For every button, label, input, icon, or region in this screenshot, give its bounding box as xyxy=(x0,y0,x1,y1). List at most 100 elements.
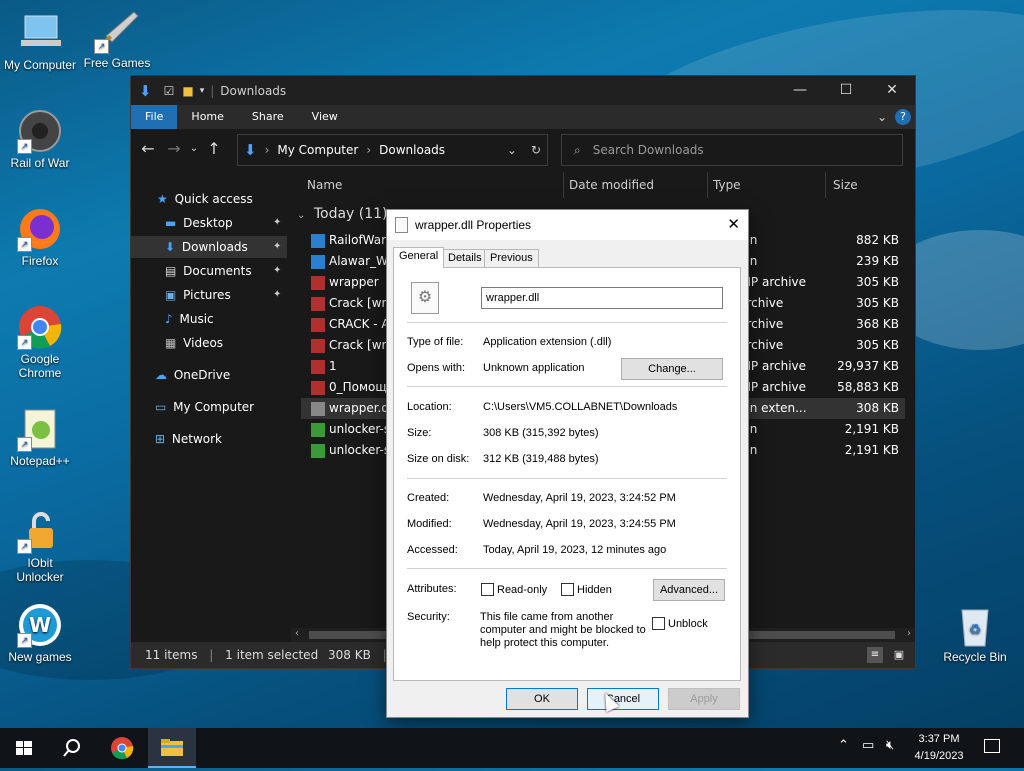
tab-share[interactable]: Share xyxy=(238,105,298,129)
search-input[interactable]: ⌕ Search Downloads xyxy=(561,134,903,166)
cloud-icon: ☁ xyxy=(155,368,167,382)
column-header-date[interactable]: Date modified xyxy=(569,178,654,192)
notification-icon[interactable] xyxy=(984,739,1000,753)
large-icons-view-icon[interactable]: ▣ xyxy=(891,647,907,663)
close-button[interactable]: ✕ xyxy=(869,76,915,105)
location-label: Location: xyxy=(407,401,452,413)
file-type-icon xyxy=(311,276,325,290)
ok-button[interactable]: OK xyxy=(506,688,578,710)
nav-onedrive[interactable]: ☁ OneDrive xyxy=(131,364,287,386)
clock-time: 3:37 PM xyxy=(918,733,960,745)
taskbar-clock[interactable]: 3:37 PM 4/19/2023 xyxy=(908,731,970,765)
recent-locations-icon[interactable]: ⌄ xyxy=(187,143,201,154)
nav-my-computer[interactable]: ▭ My Computer xyxy=(131,396,287,418)
taskbar-file-explorer[interactable] xyxy=(148,728,196,768)
help-icon[interactable]: ? xyxy=(895,109,911,125)
show-hidden-icons-icon[interactable]: ⌃ xyxy=(838,738,849,753)
column-header-name[interactable]: Name xyxy=(307,178,342,192)
file-type-icon xyxy=(311,402,325,416)
up-arrow-icon[interactable]: ↑ xyxy=(201,139,227,158)
desktop-icon-label: New games xyxy=(8,650,72,664)
properties-icon[interactable]: ☑ xyxy=(164,84,175,98)
back-arrow-icon[interactable]: ← xyxy=(135,139,161,158)
dialog-titlebar[interactable]: wrapper.dll Properties ✕ xyxy=(387,210,748,240)
clock-date: 4/19/2023 xyxy=(914,750,964,762)
desktop-icon-firefox[interactable]: ↗ Firefox xyxy=(0,206,80,268)
breadcrumb-separator-icon: › xyxy=(366,143,372,157)
dialog-title: wrapper.dll Properties xyxy=(415,218,532,232)
address-dropdown-icon[interactable]: ⌄ xyxy=(507,143,517,157)
nav-pictures[interactable]: ▣ Pictures ✦ xyxy=(131,284,287,306)
scroll-right-icon[interactable]: › xyxy=(907,628,911,639)
desktop-icon-iobit-unlocker[interactable]: ↗ IObit Unlocker xyxy=(0,508,80,584)
cancel-button[interactable]: Cancel xyxy=(587,688,659,710)
taskbar-chrome[interactable] xyxy=(98,728,146,768)
refresh-icon[interactable]: ↻ xyxy=(531,143,541,157)
apply-button[interactable]: Apply xyxy=(668,688,740,710)
breadcrumb-downloads[interactable]: Downloads xyxy=(379,143,445,157)
customize-toolbar-icon[interactable]: ▾ xyxy=(200,86,205,96)
network-tray-icon[interactable]: ▭ xyxy=(862,738,874,753)
tab-details[interactable]: Details xyxy=(442,249,488,268)
download-arrow-icon: ⬇ xyxy=(244,141,257,159)
properties-dialog[interactable]: wrapper.dll Properties ✕ General Details… xyxy=(386,209,749,718)
desktop-icon-recycle-bin[interactable]: ♻ Recycle Bin xyxy=(935,602,1015,664)
desktop-icon-new-games[interactable]: W ↗ New games xyxy=(0,602,80,664)
search-button[interactable] xyxy=(48,728,96,768)
start-button[interactable] xyxy=(0,728,48,768)
nav-label: Quick access xyxy=(174,192,253,206)
unblock-label[interactable]: Unblock xyxy=(668,618,708,630)
tab-file[interactable]: File xyxy=(131,105,178,129)
tab-general[interactable]: General xyxy=(393,247,445,268)
desktop-icon-notepadpp[interactable]: ↗ Notepad++ xyxy=(0,406,80,468)
pin-icon[interactable]: ✦ xyxy=(273,212,281,234)
group-header[interactable]: ⌄ Today (11) xyxy=(297,206,388,222)
pin-icon[interactable]: ✦ xyxy=(273,236,281,258)
file-type-icon xyxy=(311,360,325,374)
readonly-label[interactable]: Read-only xyxy=(497,584,547,596)
desktop-icon-free-games[interactable]: ↗ Free Games xyxy=(77,8,157,70)
tab-view[interactable]: View xyxy=(298,105,352,129)
minimize-button[interactable]: — xyxy=(777,76,823,105)
column-header-size[interactable]: Size xyxy=(833,178,858,192)
explorer-titlebar[interactable]: ⬇ ☑ ■ ▾ | Downloads — ☐ ✕ xyxy=(131,76,915,105)
dll-file-icon xyxy=(395,217,408,233)
change-button[interactable]: Change... xyxy=(621,358,723,380)
forward-arrow-icon[interactable]: → xyxy=(161,139,187,158)
column-header-type[interactable]: Type xyxy=(713,178,741,192)
nav-desktop[interactable]: ▬ Desktop ✦ xyxy=(131,212,287,234)
address-box[interactable]: ⬇ › My Computer › Downloads ⌄ ↻ xyxy=(237,134,548,166)
desktop-icon-label: Firefox xyxy=(21,254,59,268)
tab-previous-versions[interactable]: Previous Versions xyxy=(484,249,539,281)
scroll-left-icon[interactable]: ‹ xyxy=(295,628,299,639)
desktop-icon-my-computer[interactable]: My Computer xyxy=(0,10,80,72)
nav-quick-access[interactable]: ★ Quick access xyxy=(131,188,287,210)
expand-ribbon-icon[interactable]: ⌄ xyxy=(871,105,893,129)
hidden-checkbox[interactable] xyxy=(561,583,574,596)
group-label: Today (11) xyxy=(313,206,388,222)
desktop-icon-chrome[interactable]: ↗ Google Chrome xyxy=(0,304,80,380)
pin-icon[interactable]: ✦ xyxy=(273,284,281,306)
details-view-icon[interactable]: ≡ xyxy=(867,647,883,663)
tab-home[interactable]: Home xyxy=(177,105,237,129)
filename-field[interactable]: wrapper.dll xyxy=(481,287,723,309)
advanced-button[interactable]: Advanced... xyxy=(653,579,725,601)
hidden-label[interactable]: Hidden xyxy=(577,584,612,596)
maximize-button[interactable]: ☐ xyxy=(823,76,869,105)
created-label: Created: xyxy=(407,492,450,504)
pin-icon[interactable]: ✦ xyxy=(273,260,281,282)
created-value: Wednesday, April 19, 2023, 3:24:52 PM xyxy=(483,492,676,504)
nav-videos[interactable]: ▦ Videos xyxy=(131,332,287,354)
breadcrumb-my-computer[interactable]: My Computer xyxy=(277,143,358,157)
desktop-icon-rail-of-war[interactable]: ↗ Rail of War xyxy=(0,108,80,170)
readonly-checkbox[interactable] xyxy=(481,583,494,596)
file-type-icon xyxy=(311,444,325,458)
nav-network[interactable]: ⊞ Network xyxy=(131,428,287,450)
nav-music[interactable]: ♪ Music xyxy=(131,308,287,330)
unblock-checkbox[interactable] xyxy=(652,617,665,630)
volume-muted-icon[interactable]: 🔇︎ xyxy=(886,738,894,753)
video-icon: ▦ xyxy=(165,336,177,350)
nav-downloads[interactable]: ⬇ Downloads ✦ xyxy=(131,236,287,258)
nav-documents[interactable]: ▤ Documents ✦ xyxy=(131,260,287,282)
close-icon[interactable]: ✕ xyxy=(727,215,740,233)
